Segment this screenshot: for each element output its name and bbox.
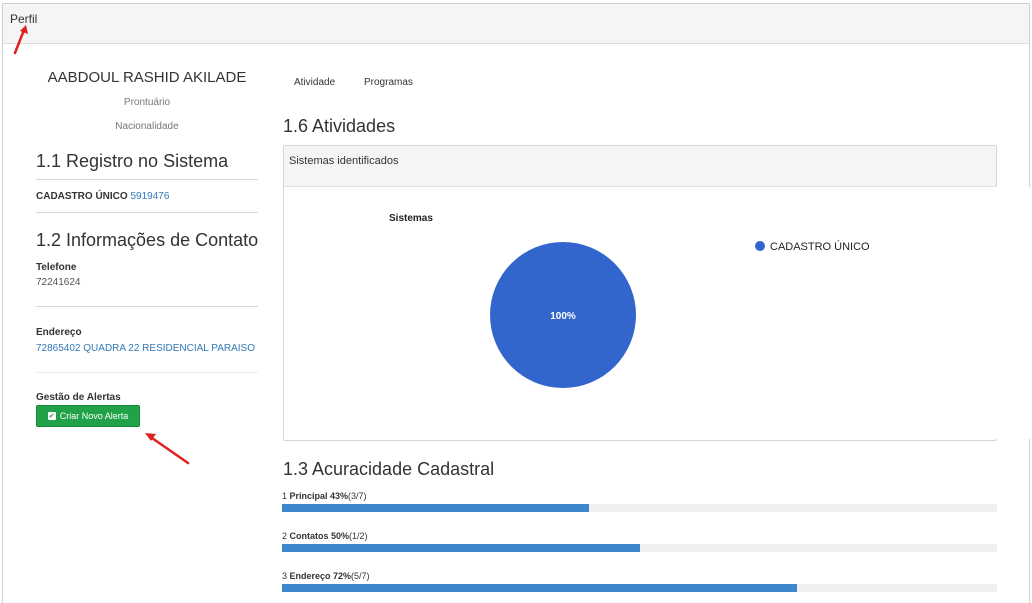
criar-novo-alerta-button[interactable]: ✔ Criar Novo Alerta: [36, 405, 140, 427]
annotation-arrow-perfil: [13, 25, 28, 55]
telefone-value: 72241624: [36, 277, 81, 288]
chart-title: Sistemas: [389, 213, 433, 224]
endereco-label: Endereço: [36, 327, 82, 338]
telefone-label: Telefone: [36, 262, 77, 273]
progress-label: 2 Contatos 50%(1/2): [282, 531, 368, 541]
progress-ratio: (1/2): [349, 531, 368, 541]
progress-index: 3: [282, 571, 290, 581]
prontuario-text: Prontuário: [123, 97, 171, 108]
progress-index: 1: [282, 491, 290, 501]
pie-slice-label: 100%: [550, 311, 576, 322]
progress-bar: [282, 504, 997, 512]
progress-bar: [282, 544, 997, 552]
progress-bar: [282, 584, 997, 592]
pie-chart-svg: Sistemas 100% CADASTRO ÚNICO: [389, 213, 870, 388]
check-square-icon: ✔: [47, 412, 56, 420]
progress-name: Contatos 50%: [289, 531, 350, 541]
profile-name: AABDOUL RASHID AKILADE: [47, 69, 247, 86]
divider: [36, 372, 258, 373]
tab-atividade[interactable]: Atividade: [294, 77, 335, 88]
endereco-value[interactable]: 72865402 QUADRA 22 RESIDENCIAL PARAISO: [36, 343, 255, 354]
gestao-alertas-label: Gestão de Alertas: [36, 392, 121, 403]
cadastro-unico-row: CADASTRO ÚNICO 5919476: [36, 191, 169, 202]
panel-title: Sistemas identificados: [289, 155, 399, 167]
progress-bar-fill: [282, 584, 797, 592]
registro-heading: 1.1 Registro no Sistema: [36, 151, 229, 171]
divider: [36, 179, 258, 180]
legend-label[interactable]: CADASTRO ÚNICO: [770, 240, 870, 253]
acuracidade-heading: 1.3 Acuracidade Cadastral: [283, 459, 495, 479]
progress-label: 1 Principal 43%(3/7): [282, 491, 367, 501]
sistemas-chart: Sistemas 100% CADASTRO ÚNICO: [290, 187, 1030, 439]
annotation-arrow-alerta: [145, 433, 190, 465]
progress-bar-fill: [282, 504, 590, 512]
progress-name: Endereço 72%: [289, 571, 352, 581]
progress-bar-fill: [282, 544, 640, 552]
top-bar: Perfil: [3, 4, 1029, 44]
cadastro-unico-value[interactable]: 5919476: [130, 191, 169, 202]
progress-name: Principal 43%: [289, 491, 349, 501]
progress-ratio: (5/7): [351, 571, 370, 581]
contato-heading: 1.2 Informações de Contato: [36, 230, 259, 250]
divider: [36, 212, 258, 213]
cadastro-unico-label: CADASTRO ÚNICO: [36, 191, 128, 202]
progress-ratio: (3/7): [348, 491, 367, 501]
criar-novo-alerta-label: Criar Novo Alerta: [59, 411, 129, 421]
legend-marker: [755, 241, 765, 251]
panel-header: Sistemas identificados: [284, 146, 996, 187]
divider: [36, 306, 258, 307]
atividades-heading: 1.6 Atividades: [283, 116, 396, 136]
nacionalidade-text: Nacionalidade: [115, 121, 179, 132]
progress-index: 2: [282, 531, 290, 541]
progress-label: 3 Endereço 72%(5/7): [282, 571, 370, 581]
tab-programas[interactable]: Programas: [364, 77, 413, 88]
